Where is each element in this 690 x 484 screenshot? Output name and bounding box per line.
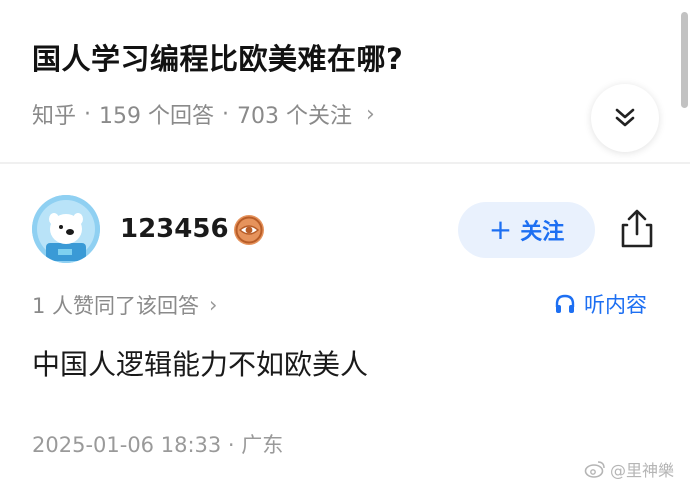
answer-timestamp: 2025-01-06 18:33 · 广东 <box>32 433 284 457</box>
headphones-icon <box>555 294 575 313</box>
listen-label: 听内容 <box>584 293 647 317</box>
listen-button[interactable]: 听内容 <box>554 289 647 319</box>
follow-button[interactable]: + 关注 <box>458 202 595 258</box>
meta-separator: · <box>84 101 92 127</box>
approve-count[interactable]: 1 人赞同了该回答 › <box>32 290 217 320</box>
meta-separator: · <box>222 101 230 127</box>
chevron-right-icon[interactable]: › <box>366 102 375 127</box>
question-title[interactable]: 国人学习编程比欧美难在哪? <box>32 36 403 78</box>
avatar[interactable] <box>32 195 100 263</box>
watermark-text: @里神樂 <box>610 461 675 480</box>
weibo-icon <box>584 461 605 478</box>
answer-content[interactable]: 中国人逻辑能力不如欧美人 <box>32 343 368 383</box>
share-button[interactable] <box>618 208 656 250</box>
plus-icon: + <box>488 213 513 246</box>
source-label: 知乎 <box>32 104 77 129</box>
collapse-button[interactable] <box>591 84 659 152</box>
share-icon <box>621 209 653 248</box>
question-meta: 知乎 · 159 个回答 · 703 个关注 › <box>32 98 375 130</box>
answers-count[interactable]: 159 个回答 <box>99 98 214 130</box>
section-divider <box>0 162 690 164</box>
approve-text: 1 人赞同了该回答 <box>32 294 200 318</box>
followers-count[interactable]: 703 个关注 <box>237 98 352 130</box>
chevron-right-icon: › <box>209 293 218 317</box>
scrollbar[interactable] <box>681 12 688 108</box>
eye-medal-icon[interactable] <box>233 214 265 246</box>
watermark: @里神樂 <box>584 457 674 481</box>
double-chevron-down-icon <box>615 108 635 127</box>
author-name[interactable]: 123456 <box>120 214 229 244</box>
follow-label: 关注 <box>520 220 565 245</box>
